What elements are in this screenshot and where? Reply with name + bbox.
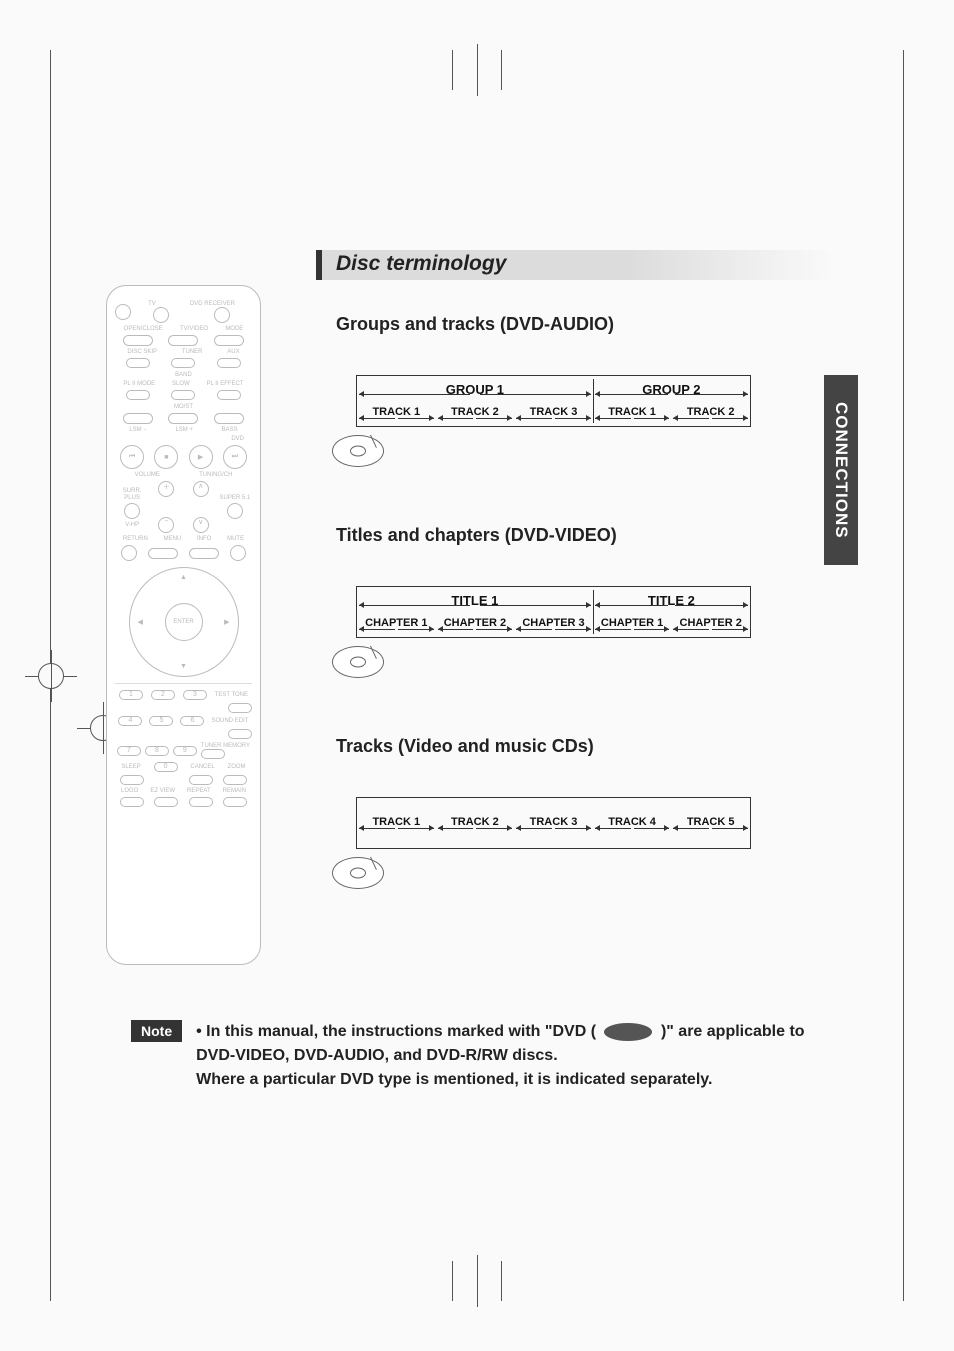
remote-label: PL II EFFECT: [206, 381, 243, 387]
diagram-groups-tracks: GROUP 1 GROUP 2 TRACK 1 TRACK 2 TRACK 3 …: [336, 375, 836, 475]
diagram-tracks-cd: TRACK 1 TRACK 2 TRACK 3 TRACK 4 TRACK 5: [336, 797, 836, 897]
diagram-track-label: TRACK 2: [671, 404, 750, 424]
remote-label: MODE: [225, 326, 243, 332]
remote-label: BASS: [222, 427, 238, 433]
note-line: Where a particular DVD type is mentioned…: [196, 1071, 712, 1088]
diagram-track-label: TRACK 1: [357, 404, 436, 424]
stop-icon: ■: [154, 445, 178, 469]
crop-mark-top: [452, 50, 502, 90]
diagram-track-label: TRACK 1: [593, 404, 672, 424]
remote-label: REMAIN: [223, 788, 246, 794]
disc-icon: [332, 857, 384, 889]
diagram-title-label: TITLE 1: [357, 591, 593, 611]
remote-label: TV: [148, 301, 156, 307]
band-button: [171, 358, 195, 368]
remote-label: CANCEL: [190, 764, 214, 770]
remote-label: INFO: [197, 536, 211, 542]
page-frame: TV DVD RECEIVER OPEN/CLOSE TV/VIDEO MODE…: [50, 50, 904, 1301]
diagram-titles-chapters: TITLE 1 TITLE 2 CHAPTER 1 CHAPTER 2 CHAP…: [336, 586, 836, 686]
note-badge: Note: [131, 1020, 182, 1042]
remote-label: DISC SKIP: [127, 349, 157, 355]
remote-label: ENTER: [173, 619, 193, 625]
remote-label: DVD: [115, 436, 244, 442]
diagram-group-label: GROUP 1: [357, 380, 593, 400]
diagram-track-label: TRACK 3: [514, 814, 593, 834]
remote-label: MUTE: [227, 536, 244, 542]
diagram-track-label: TRACK 5: [671, 814, 750, 834]
remote-label: SLOW: [172, 381, 190, 387]
remote-control-illustration: TV DVD RECEIVER OPEN/CLOSE TV/VIDEO MODE…: [106, 285, 261, 965]
remote-label: SUPER 5.1: [220, 495, 251, 501]
next-icon: ⏭: [223, 445, 247, 469]
crop-mark-bottom: [452, 1261, 502, 1301]
diagram-track-label: TRACK 2: [436, 814, 515, 834]
note-line: • In this manual, the instructions marke…: [196, 1023, 596, 1040]
diagram-chapter-label: CHAPTER 1: [593, 615, 672, 635]
disc-icon: [332, 646, 384, 678]
remote-label: TUNING/CH: [199, 472, 232, 478]
diagram-chapter-label: CHAPTER 2: [671, 615, 750, 635]
diagram-track-label: TRACK 4: [593, 814, 672, 834]
note-line: DVD-VIDEO, DVD-AUDIO, and DVD-R/RW discs…: [196, 1047, 558, 1064]
remote-label: MENU: [164, 536, 182, 542]
remote-label: REPEAT: [187, 788, 211, 794]
dpad-icon: ENTER ▲ ▼ ◀ ▶: [129, 567, 239, 677]
remote-label: RETURN: [123, 536, 148, 542]
diagram-group-label: GROUP 2: [593, 380, 750, 400]
remote-label: TV/VIDEO: [180, 326, 208, 332]
remote-label: EZ VIEW: [150, 788, 175, 794]
remote-label: MO/ST: [174, 404, 193, 410]
diagram-chapter-label: CHAPTER 2: [436, 615, 515, 635]
remote-label: ZOOM: [228, 764, 246, 770]
remote-label: TUNER MEMORY: [201, 743, 250, 749]
play-pause-icon: ▶: [189, 445, 213, 469]
diagram-track-label: TRACK 1: [357, 814, 436, 834]
prev-icon: ⏮: [120, 445, 144, 469]
remote-label: PL II MODE: [123, 381, 155, 387]
diagram-track-label: TRACK 2: [436, 404, 515, 424]
diagram-chapter-label: CHAPTER 3: [514, 615, 593, 635]
registration-mark-left: [25, 650, 77, 702]
subheading-groups-tracks: Groups and tracks (DVD-AUDIO): [336, 314, 836, 335]
section-header: Disc terminology: [316, 250, 836, 284]
note-line: )" are applicable to: [661, 1023, 805, 1040]
diagram-track-label: TRACK 3: [514, 404, 593, 424]
remote-label: TUNER: [182, 349, 203, 355]
remote-label: TEST TONE: [215, 692, 248, 698]
subheading-tracks-cd: Tracks (Video and music CDs): [336, 736, 836, 757]
remote-label: OPEN/CLOSE: [124, 326, 163, 332]
remote-label: SLEEP: [121, 764, 140, 770]
remote-label: AUX: [227, 349, 239, 355]
remote-label: PLUS: [124, 495, 140, 501]
enter-button: ENTER: [165, 603, 203, 641]
remote-label: V-HP: [125, 522, 139, 528]
remote-label: SURR.: [123, 488, 142, 494]
diagram-chapter-label: CHAPTER 1: [357, 615, 436, 635]
remote-label: VOLUME: [135, 472, 160, 478]
note-text: • In this manual, the instructions marke…: [196, 1020, 804, 1092]
remote-label: LOGO: [121, 788, 138, 794]
remote-label: LSM −: [129, 427, 147, 433]
remote-label: LSM +: [175, 427, 193, 433]
side-tab-connections: CONNECTIONS: [824, 375, 858, 565]
remote-label: DVD RECEIVER: [190, 301, 235, 307]
disc-icon: [332, 435, 384, 467]
remote-label: SOUND EDIT: [211, 718, 248, 724]
diagram-title-label: TITLE 2: [593, 591, 750, 611]
subheading-titles-chapters: Titles and chapters (DVD-VIDEO): [336, 525, 836, 546]
section-title: Disc terminology: [336, 252, 506, 276]
dvd-oval-icon: [604, 1023, 652, 1041]
remote-label: BAND: [175, 372, 192, 378]
